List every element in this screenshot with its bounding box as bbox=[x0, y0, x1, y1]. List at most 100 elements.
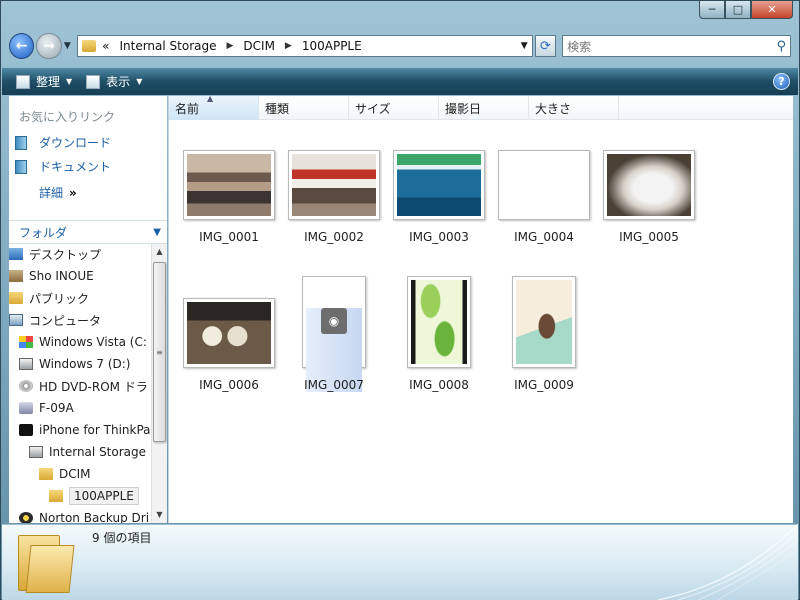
minimize-button[interactable]: ─ bbox=[699, 1, 725, 19]
file-item[interactable]: IMG_0008 bbox=[387, 276, 491, 392]
file-item[interactable]: IMG_0009 bbox=[492, 276, 596, 392]
view-icon bbox=[86, 74, 101, 89]
organize-label: 整理 bbox=[36, 75, 61, 89]
tree-item[interactable]: F-09A bbox=[19, 398, 74, 418]
search-icon[interactable]: ⚲ bbox=[776, 39, 786, 54]
organize-button[interactable]: 整理 ▼ bbox=[16, 73, 72, 90]
refresh-button[interactable]: ⟳ bbox=[534, 35, 557, 57]
drive-icon bbox=[19, 358, 33, 370]
command-bar: 整理 ▼ 表示 ▼ ? bbox=[2, 67, 798, 95]
tree-item[interactable]: DCIM bbox=[39, 464, 91, 484]
tree-item[interactable]: Norton Backup Dri bbox=[19, 508, 149, 523]
image-thumbnail bbox=[603, 150, 695, 220]
image-thumbnail bbox=[407, 276, 471, 368]
favorite-label: ドキュメント bbox=[39, 160, 112, 174]
tree-item-label: コンピュータ bbox=[29, 313, 102, 328]
desktop-icon bbox=[9, 248, 23, 260]
double-chevron-icon: » bbox=[69, 186, 77, 200]
breadcrumb-100apple[interactable]: 100APPLE bbox=[302, 39, 362, 53]
computer-icon bbox=[9, 314, 23, 326]
folder-tree-scrollbar[interactable]: ▲ ≡ ▼ bbox=[151, 244, 167, 523]
more-label: 詳細 bbox=[39, 186, 64, 200]
tree-item-label: Internal Storage bbox=[49, 445, 147, 459]
photo-bag bbox=[607, 154, 691, 216]
tree-item[interactable]: HD DVD-ROM ドラ bbox=[19, 376, 148, 396]
tree-item[interactable]: Windows Vista (C: bbox=[19, 332, 147, 352]
column-name[interactable]: 名前 ▲ bbox=[169, 94, 259, 120]
help-icon[interactable]: ? bbox=[773, 73, 790, 90]
breadcrumb-internal-storage[interactable]: Internal Storage bbox=[119, 39, 216, 53]
image-thumbnail bbox=[498, 150, 590, 220]
tree-item-label: 100APPLE bbox=[69, 487, 139, 505]
back-button[interactable]: ← bbox=[9, 33, 35, 59]
breadcrumb-overflow[interactable]: « bbox=[102, 39, 109, 53]
decorative-swoosh bbox=[657, 524, 798, 600]
file-list: 名前 ▲ 種類 サイズ 撮影日 大きさ IMG_0001 IMG_0002 IMG_… bbox=[168, 94, 793, 523]
column-dimensions[interactable]: 大きさ bbox=[529, 96, 619, 120]
tree-item[interactable]: Windows 7 (D:) bbox=[19, 354, 130, 374]
scroll-down-arrow[interactable]: ▼ bbox=[152, 507, 167, 523]
tree-item-label: Norton Backup Dri bbox=[39, 511, 150, 523]
file-item[interactable]: IMG_0006 bbox=[177, 288, 281, 392]
file-item[interactable]: IMG_0005 bbox=[597, 140, 701, 244]
sort-ascending-icon: ▲ bbox=[207, 94, 214, 103]
thumbnail-frame bbox=[597, 140, 701, 220]
scroll-up-arrow[interactable]: ▲ bbox=[152, 244, 167, 260]
view-button[interactable]: 表示 ▼ bbox=[86, 73, 142, 90]
file-name: IMG_0007 bbox=[304, 378, 364, 392]
tree-item[interactable]: パブリック bbox=[9, 288, 89, 308]
maximize-button[interactable]: □ bbox=[725, 1, 751, 19]
favorite-documents[interactable]: ドキュメント bbox=[15, 158, 111, 175]
file-item[interactable]: IMG_0004 bbox=[492, 140, 596, 244]
breadcrumb-dcim[interactable]: DCIM bbox=[243, 39, 275, 53]
search-placeholder: 検索 bbox=[567, 39, 592, 54]
image-thumbnail bbox=[512, 276, 576, 368]
folder-icon bbox=[39, 468, 53, 480]
windows-drive-icon bbox=[19, 336, 33, 348]
phone-icon bbox=[19, 402, 33, 414]
tree-item-label: Windows 7 (D:) bbox=[39, 357, 131, 371]
column-size[interactable]: サイズ bbox=[349, 96, 439, 120]
file-item[interactable]: IMG_0001 bbox=[177, 140, 281, 244]
recent-pages-dropdown[interactable]: ▼ bbox=[62, 41, 74, 51]
close-button[interactable]: ✕ bbox=[751, 1, 793, 19]
favorite-downloads[interactable]: ダウンロード bbox=[15, 134, 111, 151]
file-item[interactable]: IMG_0003 bbox=[387, 140, 491, 244]
tree-item[interactable]: 100APPLE bbox=[49, 486, 139, 506]
caption-buttons: ─ □ ✕ bbox=[699, 1, 793, 19]
file-name: IMG_0009 bbox=[514, 378, 574, 392]
column-label: 種類 bbox=[265, 101, 290, 116]
tree-item[interactable]: デスクトップ bbox=[9, 244, 101, 264]
chevron-right-icon[interactable]: ▶ bbox=[285, 41, 292, 51]
tree-item[interactable]: コンピュータ bbox=[9, 310, 101, 330]
drive-icon bbox=[29, 446, 43, 458]
folders-title: フォルダ bbox=[19, 225, 68, 240]
file-item[interactable]: IMG_0002 bbox=[282, 140, 386, 244]
file-name: IMG_0004 bbox=[514, 230, 574, 244]
column-date-taken[interactable]: 撮影日 bbox=[439, 96, 529, 120]
photo-food bbox=[187, 302, 271, 364]
tree-item[interactable]: Sho INOUE bbox=[9, 266, 94, 286]
scrollbar-thumb[interactable]: ≡ bbox=[153, 262, 166, 442]
thumbnail-frame bbox=[177, 140, 281, 220]
tree-item[interactable]: Internal Storage bbox=[29, 442, 146, 462]
tree-item-label: iPhone for ThinkPa bbox=[39, 423, 151, 437]
organize-icon bbox=[16, 74, 30, 89]
item-count: 9 個の項目 bbox=[92, 531, 152, 545]
image-thumbnail bbox=[183, 150, 275, 220]
thumbnail-frame bbox=[282, 140, 386, 220]
address-bar[interactable]: « Internal Storage ▶ DCIM ▶ 100APPLE ▼ bbox=[77, 35, 533, 57]
folders-header[interactable]: フォルダ ▼ bbox=[9, 220, 167, 244]
column-headers: 名前 ▲ 種類 サイズ 撮影日 大きさ bbox=[169, 94, 793, 120]
tree-item[interactable]: iPhone for ThinkPa bbox=[19, 420, 151, 440]
file-item[interactable]: ◉ IMG_0007 bbox=[282, 276, 386, 392]
image-thumbnail bbox=[183, 298, 275, 368]
column-type[interactable]: 種類 bbox=[259, 96, 349, 120]
forward-button[interactable]: → bbox=[36, 33, 62, 59]
photo-leaves bbox=[411, 280, 467, 364]
address-dropdown-icon[interactable]: ▼ bbox=[521, 41, 528, 51]
photo-crowd bbox=[187, 154, 271, 216]
more-links[interactable]: 詳細 » bbox=[39, 184, 77, 201]
search-input[interactable]: 検索 ⚲ bbox=[562, 35, 792, 57]
chevron-right-icon[interactable]: ▶ bbox=[226, 41, 233, 51]
